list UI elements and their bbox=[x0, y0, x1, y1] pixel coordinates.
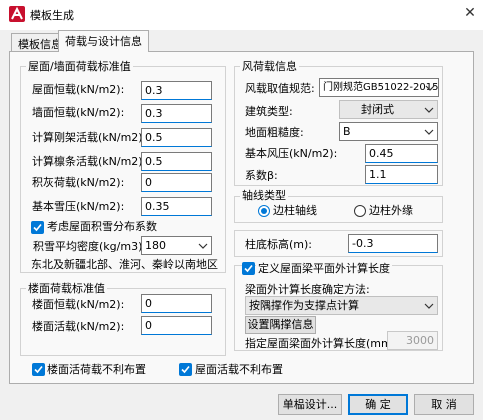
specified-beam-length-label: 指定屋面梁面外计算长度(mm) bbox=[245, 337, 397, 350]
roof-dead-load-input[interactable]: 0.3 bbox=[141, 81, 212, 100]
frame-live-load-input[interactable]: 0.5 bbox=[141, 128, 212, 147]
beta-coefficient-label: 系数β: bbox=[245, 169, 278, 182]
chevron-down-icon bbox=[424, 107, 434, 113]
frame-live-load-label: 计算刚架活载(kN/m2): bbox=[32, 131, 147, 144]
single-frame-design-button[interactable]: 单榀设计... bbox=[278, 394, 342, 415]
axis-outer-edge-label: 边柱外缘 bbox=[369, 204, 413, 217]
set-brace-info-button[interactable]: 设置隅撑信息 bbox=[245, 316, 316, 334]
column-base-label: 柱底标高(m): bbox=[245, 238, 313, 251]
checkmark-icon bbox=[181, 365, 190, 374]
app-logo-icon bbox=[9, 6, 25, 22]
chevron-down-icon bbox=[198, 243, 208, 249]
close-icon[interactable]: ✕ bbox=[459, 2, 481, 24]
beam-length-method-label: 梁面外计算长度确定方法: bbox=[245, 283, 370, 296]
axis-edge-column-radio[interactable] bbox=[258, 205, 270, 217]
floor-live-unfavorable-label: 楼面活荷载不利布置 bbox=[47, 363, 146, 376]
ground-roughness-label: 地面粗糙度: bbox=[245, 126, 304, 139]
dust-load-label: 积灰荷载(kN/m2): bbox=[32, 176, 125, 189]
specified-beam-length-input[interactable]: 3000 bbox=[387, 331, 438, 350]
wind-code-value: 门刚规范GB51022-2015 bbox=[323, 82, 439, 93]
roof-live-unfavorable-checkbox[interactable] bbox=[179, 363, 192, 376]
checkmark-icon bbox=[244, 264, 253, 273]
roof-wall-loads-title: 屋面/墙面荷载标准值 bbox=[26, 60, 133, 73]
chevron-down-icon bbox=[424, 303, 434, 309]
wind-code-dropdown[interactable]: 门刚规范GB51022-2015 bbox=[319, 78, 439, 97]
window-title: 模板生成 bbox=[30, 9, 74, 22]
cancel-button[interactable]: 取 消 bbox=[414, 394, 474, 415]
beam-length-checkbox[interactable] bbox=[242, 262, 255, 275]
floor-loads-title: 楼面荷载标准值 bbox=[26, 282, 107, 295]
ground-roughness-dropdown[interactable]: B bbox=[339, 122, 438, 141]
wind-loads-title: 风荷载信息 bbox=[240, 60, 299, 73]
floor-dead-load-input[interactable]: 0 bbox=[141, 294, 212, 313]
axis-edge-column-label: 边柱轴线 bbox=[273, 204, 317, 217]
snow-distribution-checkbox[interactable] bbox=[31, 221, 44, 234]
axis-outer-edge-radio[interactable] bbox=[354, 205, 366, 217]
floor-live-unfavorable-checkbox[interactable] bbox=[32, 363, 45, 376]
floor-dead-load-label: 楼面恒载(kN/m2): bbox=[32, 298, 125, 311]
wind-code-label: 风载取值规范: bbox=[245, 82, 315, 95]
snow-density-value: 180 bbox=[145, 239, 166, 252]
basic-wind-pressure-label: 基本风压(kN/m2): bbox=[245, 147, 338, 160]
checkmark-icon bbox=[33, 223, 42, 232]
wall-dead-load-input[interactable]: 0.3 bbox=[141, 104, 212, 123]
checkmark-icon bbox=[34, 365, 43, 374]
snow-pressure-input[interactable]: 0.35 bbox=[141, 197, 212, 216]
basic-wind-pressure-input[interactable]: 0.45 bbox=[365, 144, 438, 163]
purlin-live-load-input[interactable]: 0.5 bbox=[141, 152, 212, 171]
beam-length-method-value: 按隅撑作为支撑点计算 bbox=[249, 299, 359, 312]
chevron-down-icon bbox=[424, 129, 434, 135]
wall-dead-load-label: 墙面恒载(kN/m2): bbox=[32, 106, 125, 119]
snow-pressure-label: 基本雪压(kN/m2): bbox=[32, 200, 125, 213]
roof-dead-load-label: 屋面恒载(kN/m2): bbox=[32, 83, 125, 96]
floor-live-load-input[interactable]: 0 bbox=[141, 316, 212, 335]
beam-length-method-dropdown[interactable]: 按隅撑作为支撑点计算 bbox=[245, 296, 438, 315]
beta-coefficient-input[interactable]: 1.1 bbox=[365, 165, 438, 184]
axis-type-title: 轴线类型 bbox=[240, 189, 288, 202]
snow-density-label: 积雪平均密度(kg/m3): bbox=[33, 240, 147, 253]
dust-load-input[interactable]: 0 bbox=[141, 173, 212, 192]
snow-region-text: 东北及新疆北部、淮河、秦岭以南地区 bbox=[31, 258, 218, 271]
roof-live-unfavorable-label: 屋面活载不利布置 bbox=[195, 363, 283, 376]
snow-density-dropdown[interactable]: 180 bbox=[141, 236, 212, 255]
beam-length-checkbox-label: 定义屋面梁平面外计算长度 bbox=[256, 262, 392, 276]
purlin-live-load-label: 计算檩条活载(kN/m2): bbox=[32, 155, 147, 168]
floor-live-load-label: 楼面活载(kN/m2): bbox=[32, 320, 125, 333]
snow-distribution-label: 考虑屋面积雪分布系数 bbox=[47, 220, 157, 233]
building-type-label: 建筑类型: bbox=[245, 105, 293, 118]
ground-roughness-value: B bbox=[343, 125, 351, 138]
ok-button[interactable]: 确 定 bbox=[348, 394, 408, 415]
building-type-value: 封闭式 bbox=[361, 103, 394, 116]
building-type-dropdown[interactable]: 封闭式 bbox=[339, 100, 438, 119]
chevron-down-icon bbox=[425, 85, 435, 91]
tab-load-design-info[interactable]: 荷载与设计信息 bbox=[58, 30, 149, 52]
column-base-input[interactable]: -0.3 bbox=[348, 234, 438, 253]
